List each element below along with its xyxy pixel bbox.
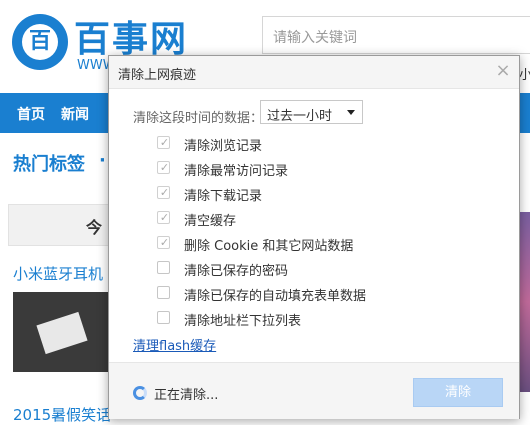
time-range-label: 清除这段时间的数据： xyxy=(133,111,264,126)
option-delete-cookies[interactable]: ✓ 删除 Cookie 和其它网站数据 xyxy=(157,234,477,254)
option-label: 清除最常访问记录 xyxy=(184,164,289,179)
option-clear-address-bar[interactable]: 清除地址栏下拉列表 xyxy=(157,309,477,329)
option-clear-most-visited[interactable]: ✓ 清除最常访问记录 xyxy=(157,159,477,179)
status-text: 正在清除... xyxy=(154,388,219,403)
check-icon: ✓ xyxy=(159,186,170,199)
bottom-article-link[interactable]: 2015暑假笑话 xyxy=(13,404,111,425)
checkbox[interactable] xyxy=(157,261,170,274)
checkbox[interactable]: ✓ xyxy=(157,186,170,199)
option-label: 清除下载记录 xyxy=(184,189,263,204)
clear-button[interactable]: 清除 xyxy=(413,378,503,407)
loading-spinner-icon xyxy=(133,386,147,400)
site-logo-mark: 百 xyxy=(22,24,58,60)
option-clear-downloads[interactable]: ✓ 清除下载记录 xyxy=(157,184,477,204)
right-edge-image xyxy=(519,212,530,392)
checkbox[interactable] xyxy=(157,311,170,324)
checkbox[interactable] xyxy=(157,286,170,299)
site-search-input[interactable]: 请输入关键词 xyxy=(262,16,530,54)
dialog-header: 清除上网痕迹 × xyxy=(109,56,519,89)
time-range-select[interactable]: 过去一小时 xyxy=(260,100,363,124)
close-icon[interactable]: × xyxy=(491,59,515,83)
option-label: 清除地址栏下拉列表 xyxy=(184,314,302,329)
option-clear-history[interactable]: ✓ 清除浏览记录 xyxy=(157,134,477,154)
check-icon: ✓ xyxy=(159,136,170,149)
nav-item-home[interactable]: 首页 xyxy=(17,104,45,124)
hot-tags-dot: · xyxy=(99,150,106,171)
option-clear-passwords[interactable]: 清除已保存的密码 xyxy=(157,259,477,279)
dialog-footer: 正在清除... 清除 xyxy=(109,362,519,419)
checkbox[interactable]: ✓ xyxy=(157,136,170,149)
option-label: 删除 Cookie 和其它网站数据 xyxy=(184,239,354,254)
check-icon: ✓ xyxy=(159,211,170,224)
chevron-down-icon xyxy=(347,110,355,115)
article-title-link[interactable]: 小米蓝牙耳机 xyxy=(13,263,103,284)
option-label: 清空缓存 xyxy=(184,214,237,229)
dialog-title: 清除上网痕迹 xyxy=(118,68,197,83)
option-label: 清除浏览记录 xyxy=(184,139,263,154)
option-label: 清除已保存的密码 xyxy=(184,264,289,279)
option-clear-cache[interactable]: ✓ 清空缓存 xyxy=(157,209,477,229)
checkbox[interactable]: ✓ xyxy=(157,211,170,224)
today-tab-label: 今 xyxy=(86,218,103,237)
time-range-value: 过去一小时 xyxy=(267,109,333,124)
search-placeholder: 请输入关键词 xyxy=(273,30,357,46)
hot-tags-heading: 热门标签 xyxy=(13,154,85,175)
option-clear-autofill[interactable]: 清除已保存的自动填充表单数据 xyxy=(157,284,477,304)
option-label: 清除已保存的自动填充表单数据 xyxy=(184,289,367,304)
nav-item-news[interactable]: 新闻 xyxy=(61,104,89,124)
check-icon: ✓ xyxy=(159,236,170,249)
header-right-fragment: 小 xyxy=(519,68,530,83)
clear-flash-cache-link[interactable]: 清理flash缓存 xyxy=(133,335,216,354)
checkbox[interactable]: ✓ xyxy=(157,236,170,249)
checkbox[interactable]: ✓ xyxy=(157,161,170,174)
clear-history-dialog: 清除上网痕迹 × 清除这段时间的数据： 过去一小时 ✓ 清除浏览记录 ✓ 清除最… xyxy=(108,55,520,419)
check-icon: ✓ xyxy=(159,161,170,174)
